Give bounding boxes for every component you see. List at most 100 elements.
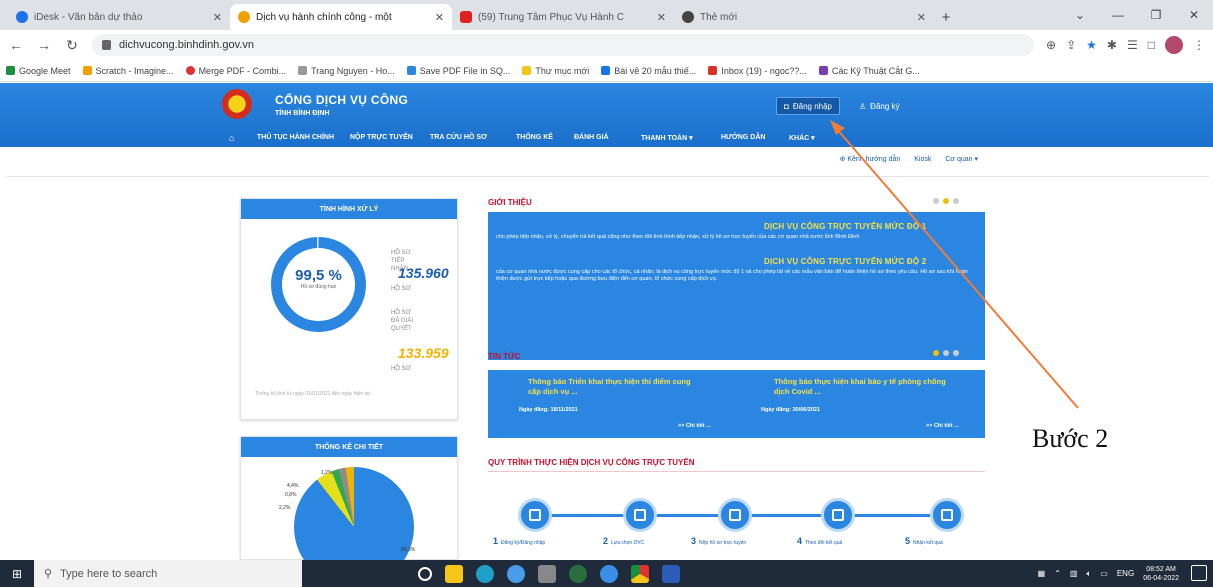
national-emblem-logo	[222, 89, 252, 119]
processing-status-panel: TÌNH HÌNH XỬ LÝ 99,5 % Hồ sơ đúng hạn HỒ…	[240, 198, 458, 420]
back-icon[interactable]: ←	[8, 37, 24, 53]
show-hidden-icon[interactable]: ⌃	[1054, 569, 1061, 578]
menu-item-submit-online[interactable]: NỘP TRỰC TUYẾN	[350, 134, 413, 141]
site-subtitle: TỈNH BÌNH ĐỊNH	[275, 110, 330, 117]
bookmark-item[interactable]: Google Meet	[6, 66, 71, 76]
bookmark-label: Các Kỹ Thuật Cắt G...	[831, 65, 920, 76]
step-result-icon	[930, 498, 964, 532]
restore-icon[interactable]: ❐	[1137, 0, 1175, 30]
menu-item-lookup[interactable]: TRA CỨU HỒ SƠ	[430, 134, 487, 141]
bookmark-item[interactable]: Merge PDF - Combi...	[185, 65, 287, 76]
close-tab-icon[interactable]: ✕	[657, 11, 666, 24]
browser-tab-active[interactable]: Dịch vụ hành chính công - một ✕	[230, 4, 452, 30]
home-icon[interactable]: ⌂	[229, 133, 234, 143]
share-icon[interactable]: ⇪	[1066, 38, 1076, 52]
step-label: 1 Đăng ký/Đăng nhập	[493, 536, 546, 546]
network-icon[interactable]: ▥	[1070, 569, 1078, 578]
minimize-icon[interactable]: —	[1099, 0, 1137, 30]
bookmark-item[interactable]: Scratch - Imagine...	[82, 65, 174, 76]
menu-item-evaluate[interactable]: ĐÁNH GIÁ	[574, 134, 609, 141]
word-icon[interactable]	[662, 564, 680, 583]
bookmark-item[interactable]: Bài về 20 mẫu thiế...	[601, 66, 696, 76]
news-more-link[interactable]: >> Chi tiết ...	[926, 423, 959, 429]
split-view-icon[interactable]: □	[1148, 38, 1155, 52]
forward-icon[interactable]: →	[36, 37, 52, 53]
agency-dropdown[interactable]: Cơ quan ▾	[945, 155, 978, 163]
site-title[interactable]: CỔNG DỊCH VỤ CÔNG	[275, 93, 408, 107]
menu-item-statistics[interactable]: THỐNG KÊ	[516, 134, 553, 141]
reading-list-icon[interactable]: ☰	[1127, 38, 1138, 52]
bookmark-label: Scratch - Imagine...	[95, 65, 174, 76]
tray-app-icon[interactable]: ▦	[1038, 569, 1046, 578]
bookmark-item[interactable]: Trang Nguyen - Ho...	[298, 66, 395, 76]
step-label: 4 Theo dõi kết quả	[797, 536, 843, 546]
language-indicator[interactable]: ENG	[1117, 569, 1134, 578]
browser-tab[interactable]: Thẻ mới ✕	[674, 4, 934, 30]
step-label: 3 Nộp hồ sơ trực tuyến	[691, 536, 747, 546]
folder-icon	[522, 66, 532, 75]
keyboard-icon[interactable]: ▭	[1100, 569, 1108, 578]
login-button[interactable]: ◘ Đăng nhập	[776, 97, 840, 115]
clock[interactable]: 08:52 AM 06-04-2022	[1143, 565, 1179, 583]
bookmark-item[interactable]: Các Kỹ Thuật Cắt G...	[818, 65, 920, 76]
clock-time: 08:52 AM	[1146, 565, 1176, 573]
register-label: Đăng ký	[870, 101, 900, 111]
bookmark-star-icon[interactable]: ★	[1086, 38, 1097, 52]
bookmark-item[interactable]: Thư mục mới	[522, 66, 589, 76]
file-explorer-icon[interactable]	[445, 564, 463, 583]
register-button[interactable]: ♙ Đăng ký	[851, 97, 908, 115]
bookmark-label: Merge PDF - Combi...	[198, 65, 287, 76]
step-label: 5 Nhận kết quả	[905, 536, 943, 546]
guide-channel-link[interactable]: ⊕ Kênh hướng dẫn	[840, 155, 901, 163]
extensions-icon[interactable]: ✱	[1107, 38, 1117, 52]
intro-carousel-dots[interactable]	[933, 198, 959, 204]
kiosk-link[interactable]: Kiosk	[914, 156, 931, 163]
reload-icon[interactable]: ↻	[64, 37, 80, 54]
intro-banner: DỊCH VỤ CÔNG TRỰC TUYẾN MỨC ĐỘ 1 cho phé…	[488, 212, 985, 360]
app-icon[interactable]	[569, 564, 587, 583]
bookmark-item[interactable]: Inbox (19) - ngoc??...	[708, 66, 807, 76]
browser-tab[interactable]: iDesk - Văn bản dự thảo ✕	[8, 4, 230, 30]
news-headline[interactable]: Thông báo Triển khai thực hiện thí điểm …	[528, 377, 698, 397]
notification-icon[interactable]	[1191, 565, 1207, 581]
close-tab-icon[interactable]: ✕	[917, 11, 926, 24]
intro-title: GIỚI THIỆU	[488, 198, 532, 207]
bookmark-item[interactable]: Save PDF File in SQ...	[406, 66, 510, 76]
app-icon[interactable]	[538, 564, 556, 583]
menu-item-other[interactable]: KHÁC ▾	[789, 134, 815, 142]
edge-icon[interactable]	[476, 564, 494, 583]
news-banner: Thông báo Triển khai thực hiện thí điểm …	[488, 370, 985, 438]
bookmark-label: Google Meet	[19, 65, 71, 76]
windows-start-icon[interactable]: ⊞	[0, 560, 34, 587]
news-headline[interactable]: Thông báo thực hiện khai báo y tế phòng …	[774, 377, 949, 397]
main-menu: ⌂ THỦ TỤC HÀNH CHÍNH NỘP TRỰC TUYẾN TRA …	[0, 128, 1213, 147]
pie-label: 89,3%	[401, 547, 416, 553]
address-bar[interactable]: dichvucong.binhdinh.gov.vn	[92, 34, 1035, 56]
bookmark-label: Bài về 20 mẫu thiế...	[614, 65, 697, 76]
chrome-icon[interactable]	[631, 564, 649, 583]
zoom-icon[interactable]: ⊕	[1046, 38, 1056, 52]
chat-icon[interactable]	[600, 564, 618, 583]
profile-avatar[interactable]	[1165, 36, 1183, 54]
search-placeholder: Type here to search	[60, 567, 158, 580]
menu-item-procedures[interactable]: THỦ TỤC HÀNH CHÍNH	[257, 134, 334, 141]
intro-heading-1: DỊCH VỤ CÔNG TRỰC TUYẾN MỨC ĐỘ 1	[764, 222, 927, 231]
news-more-link[interactable]: >> Chi tiết ...	[678, 423, 711, 429]
tab-search-icon[interactable]: ⌄	[1061, 0, 1099, 30]
close-window-icon[interactable]: ✕	[1175, 0, 1213, 30]
menu-item-guide[interactable]: HƯỚNG DẪN	[721, 134, 765, 141]
browser-tab[interactable]: (59) Trung Tâm Phục Vụ Hành C ✕	[452, 4, 674, 30]
zalo-icon[interactable]	[507, 564, 525, 583]
news-carousel-dots[interactable]	[933, 350, 959, 356]
tab-label: Dịch vụ hành chính công - một	[256, 11, 392, 23]
system-tray: ▦ ⌃ ▥ 🔈︎ ▭ ENG 08:52 AM 06-04-2022	[1038, 560, 1179, 587]
menu-item-payment[interactable]: THANH TOÁN ▾	[641, 134, 693, 142]
youtube-icon	[460, 11, 472, 23]
close-tab-icon[interactable]: ✕	[213, 11, 222, 24]
close-tab-icon[interactable]: ✕	[435, 11, 444, 24]
task-view-icon[interactable]	[418, 566, 432, 581]
volume-icon[interactable]: 🔈︎	[1086, 569, 1091, 579]
taskbar-search[interactable]: ⚲ Type here to search	[34, 560, 302, 587]
menu-kebab-icon[interactable]: ⋮	[1193, 38, 1205, 52]
new-tab-button[interactable]: +	[934, 4, 958, 30]
